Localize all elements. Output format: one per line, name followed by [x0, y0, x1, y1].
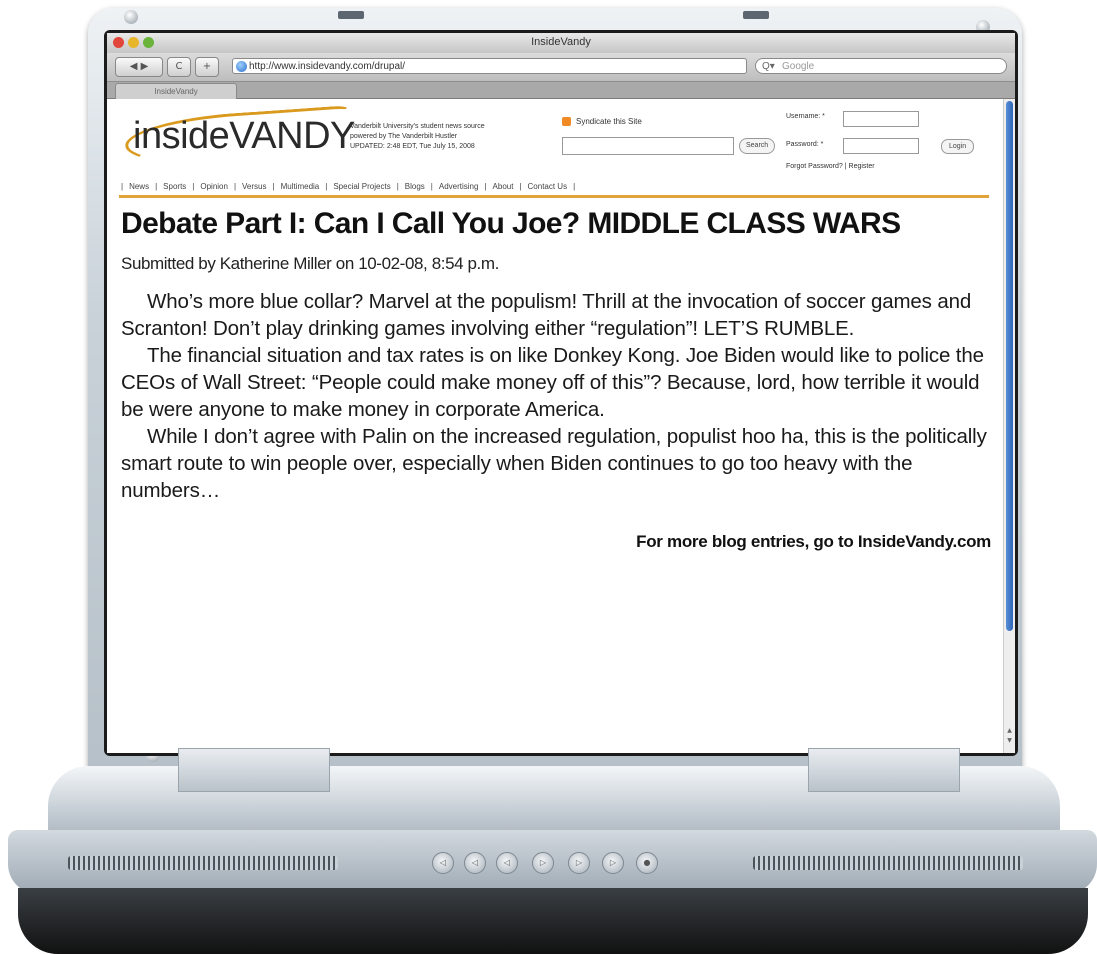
- article-body: Who’s more blue collar? Marvel at the po…: [121, 288, 997, 504]
- article-paragraph: While I don’t agree with Palin on the in…: [121, 425, 987, 502]
- laptop-base: ◁ ◁ ◁ ▷ ▷ ▷ ●: [8, 748, 1097, 954]
- username-input[interactable]: [843, 111, 919, 127]
- site-nav: | News | Sports | Opinion | Versus | Multimedia | S…: [121, 182, 576, 191]
- nav-about[interactable]: About: [493, 182, 514, 191]
- password-input[interactable]: [843, 138, 919, 154]
- tagline-line-3: UPDATED: 2:48 EDT, Tue July 15, 2008: [350, 143, 475, 150]
- window-title: InsideVandy: [531, 36, 591, 48]
- media-button-6[interactable]: ▷: [602, 852, 624, 874]
- scrollbar-thumb[interactable]: [1006, 101, 1013, 631]
- site-tagline: Vanderbilt University's student news sou…: [350, 122, 485, 152]
- nav-advertising[interactable]: Advertising: [439, 182, 479, 191]
- tagline-line-1: Vanderbilt University's student news sou…: [350, 123, 485, 130]
- media-button-5[interactable]: ▷: [568, 852, 590, 874]
- media-button-2[interactable]: ◁: [464, 852, 486, 874]
- register-link[interactable]: Register: [849, 163, 875, 170]
- latch-right: [743, 11, 769, 19]
- hinge-left: [178, 748, 330, 792]
- media-button-4[interactable]: ▷: [532, 852, 554, 874]
- media-button-3[interactable]: ◁: [496, 852, 518, 874]
- article-byline: Submitted by Katherine Miller on 10-02-0…: [121, 254, 499, 273]
- account-links: Forgot Password? | Register: [786, 163, 875, 170]
- address-bar-url: http://www.insidevandy.com/drupal/: [249, 61, 406, 72]
- browser-search-placeholder: Google: [782, 61, 815, 72]
- more-blog-entries-link[interactable]: For more blog entries, go to InsideVandy…: [636, 532, 991, 552]
- browser-search-input[interactable]: Q▾ Google: [755, 58, 1007, 74]
- tagline-line-2: powered by The Vanderbilt Hustler: [350, 133, 458, 140]
- site-search-button[interactable]: Search: [739, 138, 776, 154]
- article-headline: Debate Part I: Can I Call You Joe? MIDDL…: [121, 207, 901, 240]
- scroll-up-arrow-icon[interactable]: ▲: [1005, 727, 1014, 735]
- latch-left: [338, 11, 364, 19]
- forgot-password-link[interactable]: Forgot Password?: [786, 163, 843, 170]
- nav-versus[interactable]: Versus: [242, 182, 266, 191]
- syndicate-label: Syndicate this Site: [576, 117, 642, 126]
- syndicate-link[interactable]: Syndicate this Site: [562, 117, 642, 127]
- site-search-input[interactable]: [562, 137, 734, 155]
- nav-multimedia[interactable]: Multimedia: [281, 182, 320, 191]
- base-underside: [18, 888, 1088, 954]
- tab-insidevandy[interactable]: InsideVandy: [115, 83, 237, 99]
- hinge-right: [808, 748, 960, 792]
- add-bookmark-button[interactable]: +: [195, 57, 219, 77]
- nav-divider: [119, 195, 989, 198]
- nav-opinion[interactable]: Opinion: [200, 182, 228, 191]
- vertical-scrollbar[interactable]: ▲ ▼: [1003, 99, 1015, 753]
- tab-bar: InsideVandy: [107, 82, 1015, 99]
- rss-icon: [562, 117, 571, 127]
- screen: InsideVandy ◀ ▶ C + http://www.insidevan…: [107, 33, 1015, 753]
- site-logo[interactable]: insideVANDY: [133, 115, 355, 158]
- web-page: insideVANDY Vanderbilt University's stud…: [107, 99, 1003, 753]
- media-button-7[interactable]: ●: [636, 852, 658, 874]
- nav-blogs[interactable]: Blogs: [405, 182, 425, 191]
- search-icon: Q▾: [762, 61, 775, 72]
- media-button-1[interactable]: ◁: [432, 852, 454, 874]
- password-label: Password: *: [786, 141, 824, 148]
- window-titlebar: InsideVandy: [107, 33, 1015, 54]
- scroll-down-arrow-icon[interactable]: ▼: [1005, 737, 1014, 745]
- address-bar[interactable]: http://www.insidevandy.com/drupal/: [232, 58, 747, 74]
- article-paragraph: Who’s more blue collar? Marvel at the po…: [121, 290, 972, 340]
- nav-special-projects[interactable]: Special Projects: [333, 182, 390, 191]
- back-forward-button[interactable]: ◀ ▶: [115, 57, 163, 77]
- nav-contact-us[interactable]: Contact Us: [528, 182, 568, 191]
- nav-news[interactable]: News: [129, 182, 149, 191]
- username-label: Username: *: [786, 113, 825, 120]
- globe-icon: [236, 61, 247, 72]
- speaker-grille-right: [753, 856, 1023, 870]
- speaker-grille-left: [68, 856, 338, 870]
- reload-button[interactable]: C: [167, 57, 191, 77]
- login-button[interactable]: Login: [941, 139, 975, 154]
- webcam-dot-left: [124, 10, 138, 24]
- nav-sports[interactable]: Sports: [163, 182, 186, 191]
- article-paragraph: The financial situation and tax rates is…: [121, 344, 984, 421]
- browser-toolbar: ◀ ▶ C + http://www.insidevandy.com/drupa…: [107, 53, 1015, 82]
